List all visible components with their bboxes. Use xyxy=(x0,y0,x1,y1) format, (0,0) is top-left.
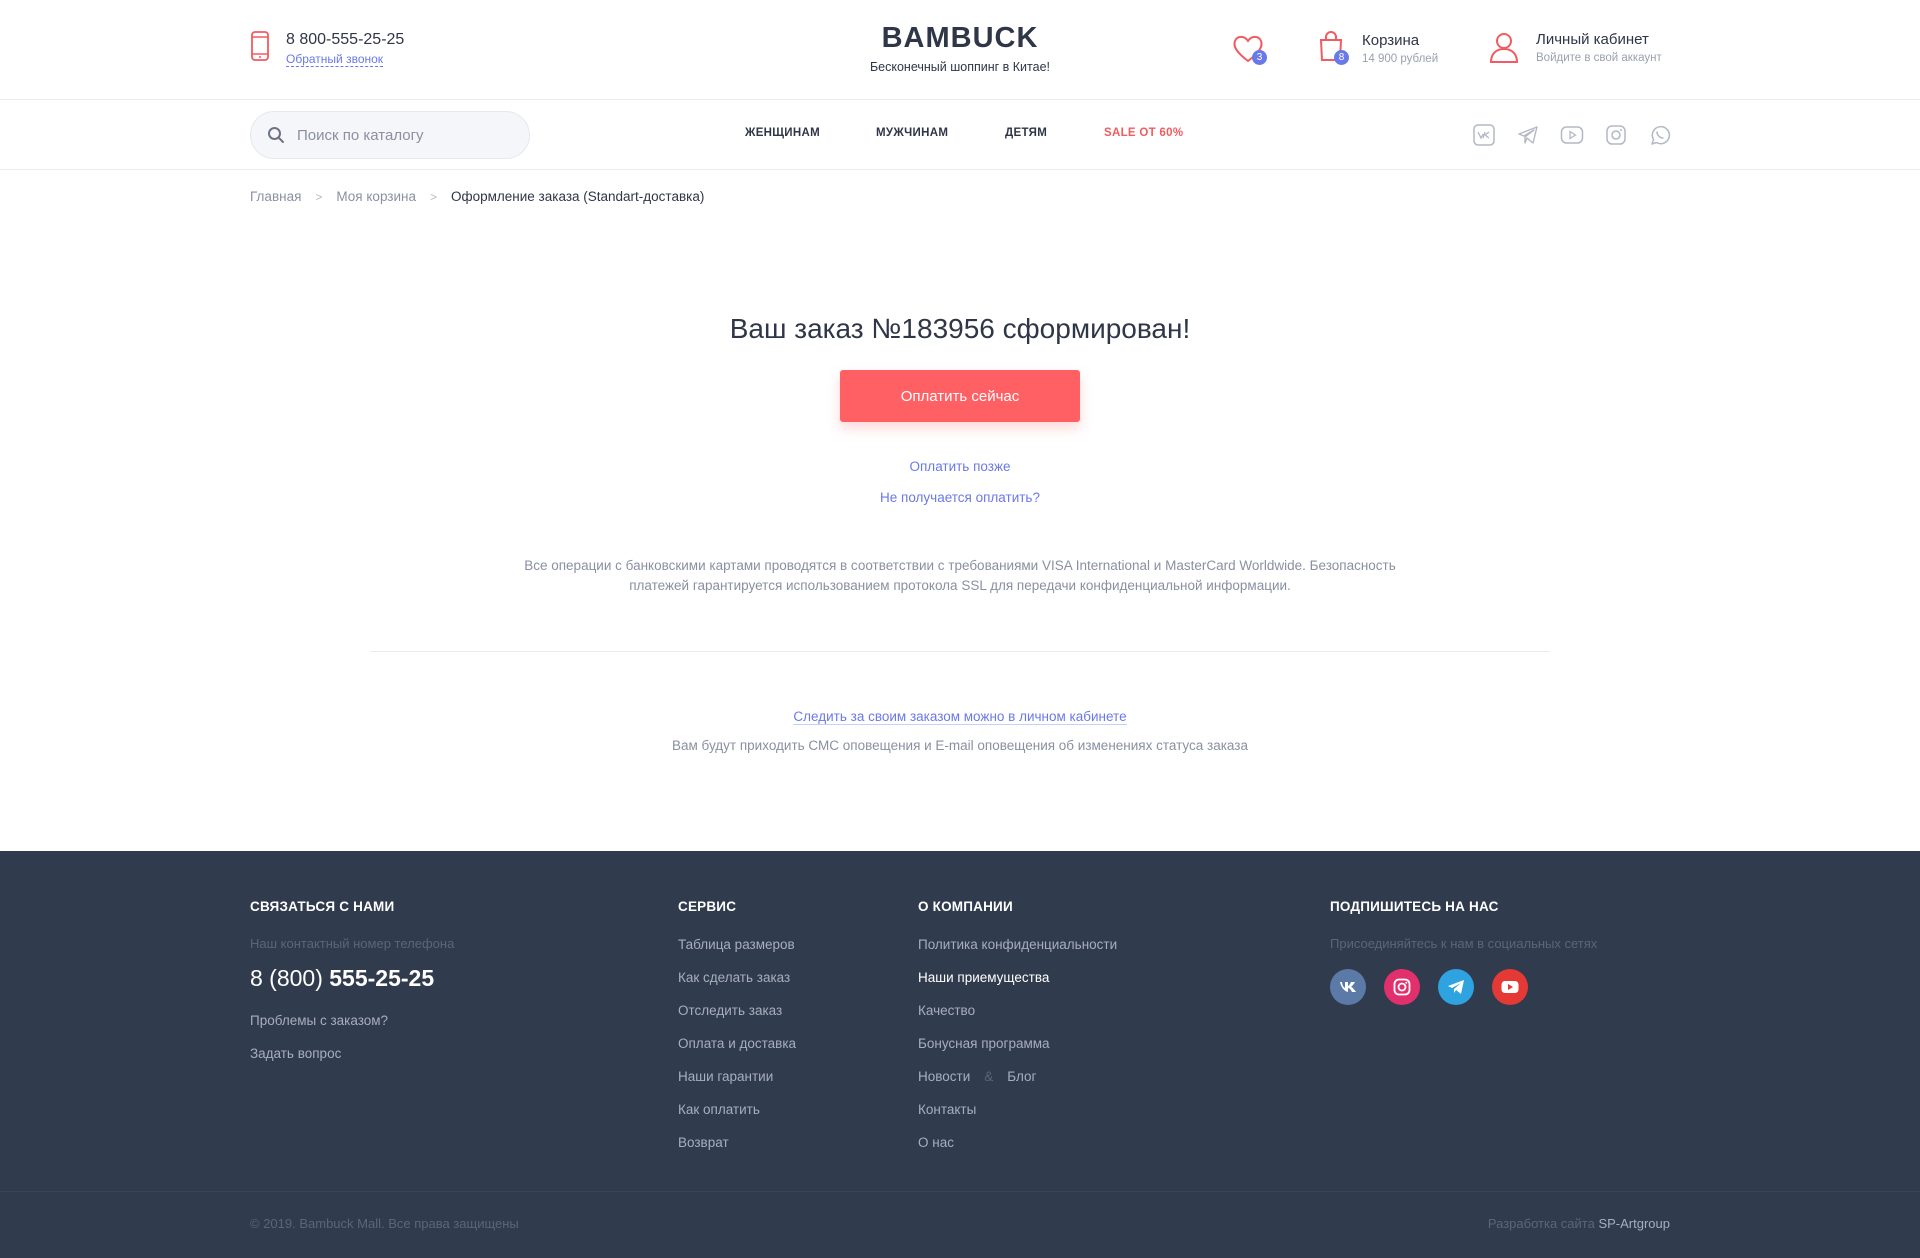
footer-phone-caption: Наш контактный номер телефона xyxy=(250,936,455,951)
chevron-right-icon: > xyxy=(315,189,323,204)
footer-contact-column: СВЯЗАТЬСЯ С НАМИ Наш контактный номер те… xyxy=(250,899,454,1078)
pay-later-link[interactable]: Оплатить позже xyxy=(0,459,1920,474)
footer-service-heading: СЕРВИС xyxy=(678,899,737,914)
youtube-icon[interactable] xyxy=(1560,124,1584,146)
track-order-link-wrap: Следить за своим заказом можно в личном … xyxy=(0,708,1920,726)
footer-phone-main: 555-25-25 xyxy=(329,965,435,991)
page-title: Ваш заказ №183956 сформирован! xyxy=(729,313,1191,344)
account-title: Личный кабинет xyxy=(1536,31,1649,48)
search-icon xyxy=(268,127,284,143)
search-box[interactable] xyxy=(250,111,530,159)
footer-link-blog[interactable]: Блог xyxy=(1007,1068,1036,1086)
footer-divider xyxy=(0,1191,1920,1192)
cart-button[interactable]: 8 Корзина 14 900 рублей xyxy=(1318,30,1438,67)
footer: СВЯЗАТЬСЯ С НАМИ Наш контактный номер те… xyxy=(0,851,1920,1258)
menu-item-men[interactable]: МУЖЧИНАМ xyxy=(876,127,948,139)
footer-link-how-to-pay[interactable]: Как оплатить xyxy=(678,1101,796,1119)
footer-link-returns[interactable]: Возврат xyxy=(678,1134,796,1152)
breadcrumb: Главная > Моя корзина > Оформление заказ… xyxy=(250,189,704,204)
account-subtitle: Войдите в свой аккаунт xyxy=(1536,52,1662,64)
footer-company-heading: О КОМПАНИИ xyxy=(918,899,1013,914)
notice-line: платежей гарантируется использованием пр… xyxy=(629,578,1291,593)
cant-pay-link[interactable]: Не получается оплатить? xyxy=(0,490,1920,505)
menu-item-sale[interactable]: SALE ОТ 60% xyxy=(1104,127,1183,139)
footer-news-blog-row: Новости & Блог xyxy=(918,1068,1117,1086)
breadcrumb-home[interactable]: Главная xyxy=(250,189,301,204)
chevron-right-icon: > xyxy=(430,189,438,204)
telegram-icon[interactable] xyxy=(1516,124,1540,146)
footer-service-column: СЕРВИС Таблица размеров Как сделать зака… xyxy=(678,899,796,1167)
copyright: © 2019. Bambuck Mall. Все права защищены xyxy=(250,1216,519,1231)
search-input[interactable] xyxy=(297,126,497,144)
pay-now-button[interactable]: Оплатить сейчас xyxy=(840,370,1080,422)
nav-bar: ЖЕНЩИНАМ МУЖЧИНАМ ДЕТЯМ SALE ОТ 60% xyxy=(0,100,1920,170)
developer-link[interactable]: SP-Artgroup xyxy=(1598,1216,1670,1231)
instagram-icon[interactable] xyxy=(1604,124,1628,146)
cart-sum: 14 900 рублей xyxy=(1362,53,1439,65)
breadcrumb-current: Оформление заказа (Standart-доставка) xyxy=(451,189,705,204)
developer-prefix: Разработка сайта xyxy=(1487,1216,1595,1231)
footer-link-quality[interactable]: Качество xyxy=(918,1002,1117,1020)
footer-link-order-problems[interactable]: Проблемы с заказом? xyxy=(250,1012,454,1030)
footer-link-ask-question[interactable]: Задать вопрос xyxy=(250,1045,454,1063)
user-icon xyxy=(1489,33,1519,63)
cart-title: Корзина xyxy=(1362,32,1420,49)
menu-item-women[interactable]: ЖЕНЩИНАМ xyxy=(745,127,820,139)
youtube-icon[interactable] xyxy=(1492,969,1528,1005)
header-socials xyxy=(1472,124,1672,146)
footer-link-how-to-order[interactable]: Как сделать заказ xyxy=(678,969,796,987)
footer-subscribe-heading: ПОДПИШИТЕСЬ НА НАС xyxy=(1330,899,1499,914)
account-button[interactable]: Личный кабинет Войдите в свой аккаунт xyxy=(1488,31,1662,68)
vk-icon[interactable] xyxy=(1330,969,1366,1005)
track-order-link[interactable]: Следить за своим заказом можно в личном … xyxy=(793,709,1127,725)
footer-socials xyxy=(1330,969,1597,1005)
footer-subscribe-column: ПОДПИШИТЕСЬ НА НАС Присоединяйтесь к нам… xyxy=(1330,899,1597,1005)
payment-security-notice: Все операции с банковскими картами прово… xyxy=(480,556,1440,596)
ampersand: & xyxy=(984,1069,994,1084)
footer-link-advantages[interactable]: Наши приемущества xyxy=(918,969,1117,987)
footer-phone[interactable]: 8 (800) 555-25-25 xyxy=(250,965,454,992)
instagram-icon[interactable] xyxy=(1384,969,1420,1005)
notice-line: Все операции с банковскими картами прово… xyxy=(524,558,1396,573)
footer-link-payment-delivery[interactable]: Оплата и доставка xyxy=(678,1035,796,1053)
favorites-count-badge: 3 xyxy=(1252,50,1267,65)
footer-link-bonus[interactable]: Бонусная программа xyxy=(918,1035,1117,1053)
telegram-icon[interactable] xyxy=(1438,969,1474,1005)
footer-link-track-order[interactable]: Отследить заказ xyxy=(678,1002,796,1020)
footer-link-about[interactable]: О нас xyxy=(918,1134,1117,1152)
footer-contact-heading: СВЯЗАТЬСЯ С НАМИ xyxy=(250,899,395,914)
footer-link-privacy[interactable]: Политика конфиденциальности xyxy=(918,936,1117,954)
menu-item-kids[interactable]: ДЕТЯМ xyxy=(1005,127,1047,139)
footer-link-guarantees[interactable]: Наши гарантии xyxy=(678,1068,796,1086)
divider xyxy=(370,651,1550,652)
breadcrumb-cart[interactable]: Моя корзина xyxy=(336,189,416,204)
notifications-note: Вам будут приходить СМС оповещения и E-m… xyxy=(672,738,1248,753)
top-header: 8 800-555-25-25 Обратный звонок BAMBUCK … xyxy=(0,0,1920,100)
whatsapp-icon[interactable] xyxy=(1648,124,1672,146)
cart-count-badge: 8 xyxy=(1334,50,1349,65)
footer-phone-prefix: 8 (800) xyxy=(250,965,323,991)
favorites-button[interactable]: 3 xyxy=(1232,34,1267,69)
developer-credit: Разработка сайта SP-Artgroup xyxy=(1488,1216,1670,1231)
footer-link-size-table[interactable]: Таблица размеров xyxy=(678,936,796,954)
footer-link-contacts[interactable]: Контакты xyxy=(918,1101,1117,1119)
vk-icon[interactable] xyxy=(1472,124,1496,146)
footer-company-column: О КОМПАНИИ Политика конфиденциальности Н… xyxy=(918,899,1117,1167)
footer-link-news[interactable]: Новости xyxy=(918,1068,970,1086)
footer-subscribe-caption: Присоединяйтесь к нам в социальных сетях xyxy=(1330,936,1598,951)
